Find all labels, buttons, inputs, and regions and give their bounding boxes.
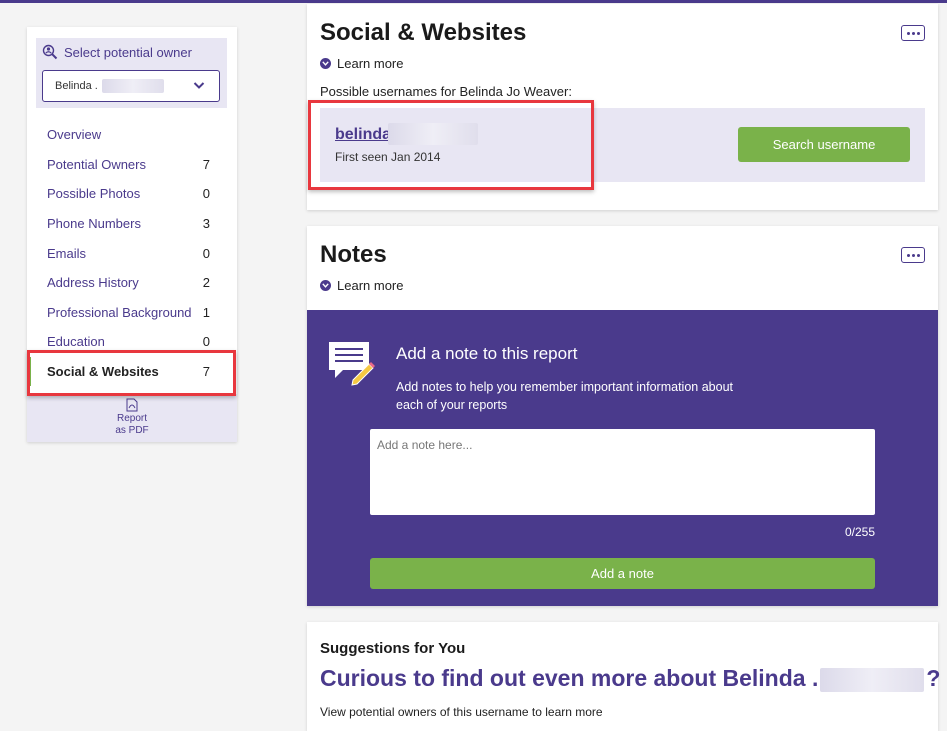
report-pdf-button[interactable]: Report as PDF bbox=[27, 394, 237, 442]
nav-item-count: 3 bbox=[202, 216, 210, 232]
owner-dropdown-value: Belinda . bbox=[55, 80, 98, 92]
note-textarea[interactable] bbox=[370, 429, 875, 515]
note-pencil-icon bbox=[329, 342, 375, 386]
learn-more-label: Learn more bbox=[337, 56, 404, 71]
nav-item-count: 0 bbox=[202, 334, 210, 350]
nav-item-label: Phone Numbers bbox=[47, 216, 141, 232]
report-section-nav: Overview Potential Owners 7 Possible Pho… bbox=[27, 120, 237, 387]
more-options-button[interactable] bbox=[901, 247, 925, 263]
nav-item-address-history[interactable]: Address History 2 bbox=[27, 268, 237, 298]
suggestions-title: Suggestions for You bbox=[320, 640, 466, 657]
headline-start: Curious to find out even more about Beli… bbox=[320, 665, 819, 691]
learn-more-toggle[interactable]: Learn more bbox=[320, 56, 403, 71]
dot bbox=[911, 31, 915, 35]
highlight-box-username bbox=[308, 100, 594, 190]
possible-usernames-text: Possible usernames for Belinda Jo Weaver… bbox=[320, 84, 572, 99]
headline-end: ? bbox=[926, 665, 941, 691]
nav-item-count: 2 bbox=[202, 275, 210, 291]
dot bbox=[916, 31, 920, 35]
chevron-down-icon bbox=[193, 82, 205, 89]
nav-item-phone-numbers[interactable]: Phone Numbers 3 bbox=[27, 209, 237, 239]
owner-selector-label: Select potential owner bbox=[42, 44, 192, 60]
nav-item-count: 0 bbox=[202, 186, 210, 202]
note-char-counter: 0/255 bbox=[844, 525, 875, 539]
nav-item-label: Emails bbox=[47, 245, 87, 261]
nav-item-potential-owners[interactable]: Potential Owners 7 bbox=[27, 150, 237, 180]
search-username-button[interactable]: Search username bbox=[738, 127, 910, 162]
section-title: Social & Websites bbox=[320, 19, 527, 46]
nav-item-professional-background[interactable]: Professional Background 1 bbox=[27, 298, 237, 328]
add-note-title: Add a note to this report bbox=[396, 344, 578, 363]
nav-item-label: Professional Background bbox=[47, 304, 192, 320]
redacted-surname bbox=[101, 79, 164, 93]
suggestions-card: Suggestions for You Curious to find out … bbox=[307, 622, 940, 731]
nav-item-emails[interactable]: Emails 0 bbox=[27, 238, 237, 268]
section-title: Notes bbox=[320, 241, 387, 268]
pdf-icon bbox=[126, 398, 138, 412]
pdf-label-line2: as PDF bbox=[115, 425, 149, 436]
dot bbox=[911, 253, 915, 257]
pdf-label-line1: Report bbox=[116, 413, 147, 424]
nav-item-count: 0 bbox=[202, 245, 210, 261]
dot bbox=[906, 31, 910, 35]
add-note-panel: Add a note to this report Add notes to h… bbox=[307, 310, 938, 606]
nav-item-label: Education bbox=[47, 334, 105, 350]
highlight-box-sidebar bbox=[27, 350, 236, 396]
chevron-down-icon bbox=[320, 58, 331, 69]
nav-item-label: Potential Owners bbox=[47, 156, 146, 172]
nav-item-count: 7 bbox=[202, 156, 210, 172]
person-search-icon bbox=[42, 44, 58, 60]
owner-selector-text: Select potential owner bbox=[64, 44, 192, 60]
nav-item-label: Possible Photos bbox=[47, 186, 141, 202]
learn-more-label: Learn more bbox=[337, 278, 404, 293]
nav-item-possible-photos[interactable]: Possible Photos 0 bbox=[27, 179, 237, 209]
nav-item-count: 1 bbox=[202, 304, 210, 320]
add-note-description: Add notes to help you remember important… bbox=[396, 380, 733, 412]
owner-selector-panel: Select potential owner Belinda . bbox=[36, 38, 227, 108]
learn-more-toggle[interactable]: Learn more bbox=[320, 278, 403, 293]
add-note-button[interactable]: Add a note bbox=[370, 558, 875, 589]
suggestion-subtext: View potential owners of this username t… bbox=[320, 705, 603, 719]
nav-item-label: Address History bbox=[47, 275, 139, 291]
dot bbox=[916, 253, 920, 257]
suggestion-headline-link[interactable]: Curious to find out even more about Beli… bbox=[320, 665, 940, 692]
more-options-button[interactable] bbox=[901, 25, 925, 41]
chevron-down-icon bbox=[320, 280, 331, 291]
redacted-surname bbox=[820, 667, 925, 692]
notes-card: Notes Learn more Add a note to this repo… bbox=[307, 226, 938, 606]
dot bbox=[906, 253, 910, 257]
nav-item-overview[interactable]: Overview bbox=[27, 120, 237, 150]
top-accent-bar bbox=[0, 0, 947, 3]
nav-item-label: Overview bbox=[47, 127, 102, 143]
owner-dropdown[interactable]: Belinda . bbox=[42, 70, 220, 102]
